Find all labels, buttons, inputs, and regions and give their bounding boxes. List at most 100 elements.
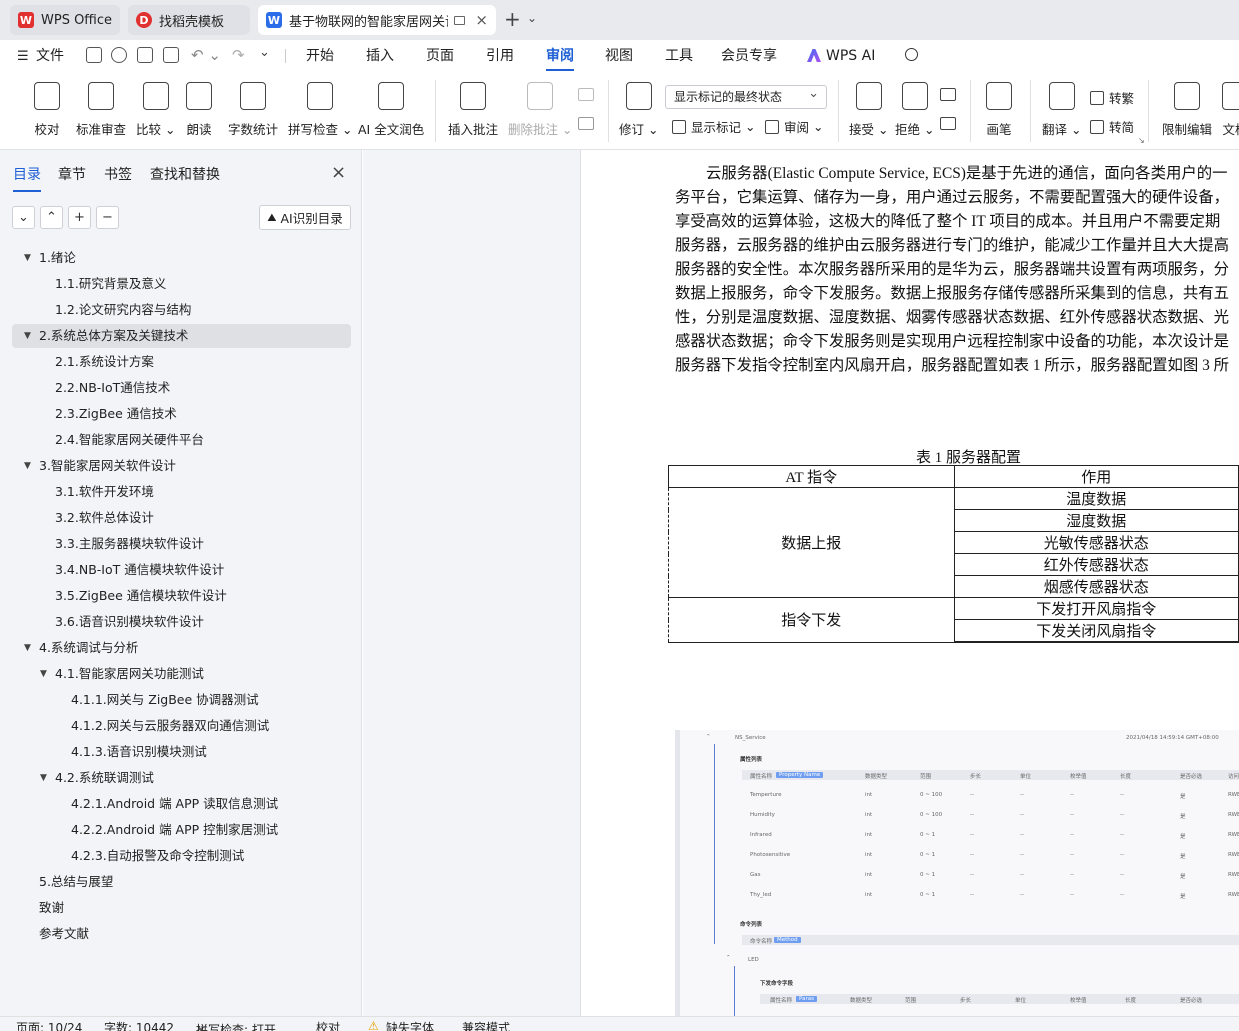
tab-docer-templates[interactable]: D 找稻壳模板 bbox=[128, 5, 250, 35]
toc-item[interactable]: ▼ 2.系统总体方案及关键技术 bbox=[12, 324, 351, 348]
delete-comment-button[interactable]: 删除批注 ⌄ bbox=[508, 82, 572, 138]
menu-view[interactable]: 视图 bbox=[605, 40, 633, 72]
next-comment-icon[interactable] bbox=[578, 117, 594, 130]
prev-change-icon[interactable] bbox=[940, 88, 956, 101]
redo-icon[interactable]: ↷ bbox=[232, 46, 245, 64]
print-icon[interactable] bbox=[137, 47, 153, 63]
spellcheck-button[interactable]: 拼写检查 ⌄ bbox=[288, 82, 352, 138]
new-tab-icon[interactable]: + bbox=[504, 7, 521, 31]
quick-access-more-icon[interactable]: ⌄ bbox=[259, 45, 270, 60]
word-count-button[interactable]: 字数统计 bbox=[228, 82, 278, 138]
expand-arrow-icon[interactable]: ▼ bbox=[24, 636, 31, 660]
expand-arrow-icon[interactable]: ▼ bbox=[24, 324, 31, 348]
menu-file[interactable]: 文件 bbox=[36, 40, 64, 72]
translate-button[interactable]: 翻译 ⌄ bbox=[1042, 82, 1081, 138]
menu-wps-ai[interactable]: WPS AI bbox=[826, 40, 875, 72]
expand-arrow-icon[interactable]: ▼ bbox=[24, 246, 31, 270]
hamburger-icon[interactable]: ☰ bbox=[17, 49, 29, 64]
proof-indicator[interactable]: 校对 bbox=[316, 1019, 340, 1031]
reject-button[interactable]: 拒绝 ⌄ bbox=[895, 82, 934, 138]
shot-prop-empty-cell: -- bbox=[970, 832, 974, 838]
server-config-table: AT 指令 作用 数据上报 温度数据 湿度数据 光敏传感器状态 红外传感器状态 … bbox=[668, 465, 1239, 643]
ai-recognize-toc-button[interactable]: ⛰ AI识别目录 bbox=[259, 205, 351, 230]
shot-sub-header-cell: 属性名称 bbox=[770, 998, 793, 1004]
menu-insert[interactable]: 插入 bbox=[366, 40, 394, 72]
wps-logo-icon: W bbox=[18, 12, 34, 28]
show-markup-label: 显示标记 bbox=[691, 120, 742, 135]
toc-item-label: 4.系统调试与分析 bbox=[39, 640, 139, 655]
tab-current-document[interactable]: W 基于物联网的智能家居网关设 × bbox=[258, 5, 496, 35]
menu-member[interactable]: 会员专享 bbox=[721, 40, 777, 72]
ribbon-divider bbox=[435, 80, 436, 142]
to-traditional-button[interactable]: 转繁 bbox=[1090, 88, 1134, 107]
shot-prop-cell: int bbox=[865, 832, 873, 838]
close-tab-icon[interactable]: × bbox=[475, 11, 488, 29]
toc-item-label: 4.2.1.Android 端 APP 读取信息测试 bbox=[71, 796, 279, 811]
pen-button[interactable]: 画笔 bbox=[986, 82, 1012, 138]
compare-button[interactable]: 比较 ⌄ bbox=[136, 82, 175, 138]
embedded-screenshot-figure[interactable]: ⌃ NS_Service 2021/04/18 14:59:14 GMT+08:… bbox=[675, 730, 1239, 1016]
next-change-icon[interactable] bbox=[940, 117, 956, 130]
menu-review[interactable]: 审阅 bbox=[546, 40, 574, 72]
tab-list-chevron-icon[interactable]: ⌄ bbox=[527, 11, 537, 25]
menu-home[interactable]: 开始 bbox=[306, 40, 334, 72]
prev-comment-icon[interactable] bbox=[578, 88, 594, 101]
shot-cmd-title: 命令列表 bbox=[740, 922, 763, 928]
tab-chapters[interactable]: 章节 bbox=[58, 164, 86, 184]
shot-prop-empty-cell: -- bbox=[970, 892, 974, 898]
menu-page[interactable]: 页面 bbox=[426, 40, 454, 72]
restrict-edit-button[interactable]: 限制编辑 bbox=[1162, 82, 1212, 138]
missing-font-indicator[interactable]: 缺失字体 bbox=[386, 1019, 434, 1031]
expand-arrow-icon[interactable]: ▼ bbox=[40, 662, 47, 686]
remove-heading-icon[interactable]: − bbox=[96, 206, 119, 229]
search-icon[interactable] bbox=[905, 48, 918, 61]
expand-arrow-icon[interactable]: ▼ bbox=[24, 454, 31, 478]
toc-item-label: 4.1.3.语音识别模块测试 bbox=[71, 744, 207, 759]
word-doc-icon: W bbox=[266, 12, 282, 28]
read-aloud-button[interactable]: 朗读 bbox=[186, 82, 212, 138]
insert-comment-button[interactable]: 插入批注 bbox=[448, 82, 498, 138]
monitor-icon[interactable] bbox=[453, 15, 466, 25]
spellcheck-indicator[interactable]: 拼写检查: 打开 ⌄ bbox=[196, 1019, 276, 1031]
menu-references[interactable]: 引用 bbox=[486, 40, 514, 72]
show-markup-button[interactable]: 显示标记 ⌄ bbox=[672, 117, 755, 136]
tab-toc[interactable]: 目录 bbox=[13, 164, 41, 192]
word-count-icon bbox=[240, 82, 266, 110]
delete-comment-label: 删除批注 ⌄ bbox=[508, 122, 573, 137]
undo-icon[interactable]: ↶ ⌄ bbox=[191, 46, 221, 64]
print-preview-icon[interactable] bbox=[163, 47, 179, 63]
to-traditional-label: 转繁 bbox=[1109, 91, 1135, 106]
page-indicator[interactable]: 页面: 10/24 bbox=[16, 1019, 82, 1031]
shot-sub-header-cell: 步长 bbox=[960, 998, 972, 1004]
proofread-button[interactable]: 校对 bbox=[34, 82, 60, 138]
tab-find-replace[interactable]: 查找和替换 bbox=[150, 164, 220, 184]
review-pane-button[interactable]: 审阅 ⌄ bbox=[765, 117, 823, 136]
add-heading-icon[interactable]: + bbox=[68, 206, 91, 229]
shot-prop-empty-cell: -- bbox=[1020, 872, 1024, 878]
toc-item-label: 4.1.2.网关与云服务器双向通信测试 bbox=[71, 718, 270, 733]
document-permission-button[interactable]: 文档 bbox=[1222, 82, 1239, 138]
expand-arrow-icon[interactable]: ▼ bbox=[40, 766, 47, 790]
standard-review-button[interactable]: 标准审查 bbox=[76, 82, 126, 138]
shot-prop-empty-cell: -- bbox=[970, 792, 974, 798]
ribbon-group-expand-icon[interactable]: ↘ bbox=[1138, 136, 1145, 145]
track-changes-button[interactable]: 修订 ⌄ bbox=[619, 82, 658, 138]
tab-bookmarks[interactable]: 书签 bbox=[104, 164, 132, 184]
shot-prop-header-cell: 数据类型 bbox=[865, 774, 888, 780]
compare-icon bbox=[142, 82, 169, 110]
close-pane-icon[interactable]: × bbox=[331, 162, 346, 183]
accept-button[interactable]: 接受 ⌄ bbox=[849, 82, 888, 138]
menu-tools[interactable]: 工具 bbox=[665, 40, 693, 72]
shot-prop-cell: 是 bbox=[1180, 854, 1186, 860]
table-cell: 光敏传感器状态 bbox=[953, 531, 1239, 554]
collapse-up-icon[interactable]: ⌃ bbox=[40, 206, 63, 229]
collapse-down-icon[interactable]: ⌄ bbox=[12, 206, 35, 229]
tab-wps-office[interactable]: W WPS Office bbox=[10, 5, 120, 35]
word-count-indicator[interactable]: 字数: 10442 bbox=[104, 1019, 174, 1031]
export-pdf-icon[interactable] bbox=[111, 47, 127, 63]
to-simplified-button[interactable]: 转简 bbox=[1090, 117, 1134, 136]
ai-polish-button[interactable]: AI 全文润色 bbox=[358, 82, 424, 138]
save-icon[interactable] bbox=[86, 47, 102, 63]
shot-prop-cell: 是 bbox=[1180, 814, 1186, 820]
markup-mode-select[interactable]: 显示标记的最终状态 bbox=[665, 83, 827, 109]
